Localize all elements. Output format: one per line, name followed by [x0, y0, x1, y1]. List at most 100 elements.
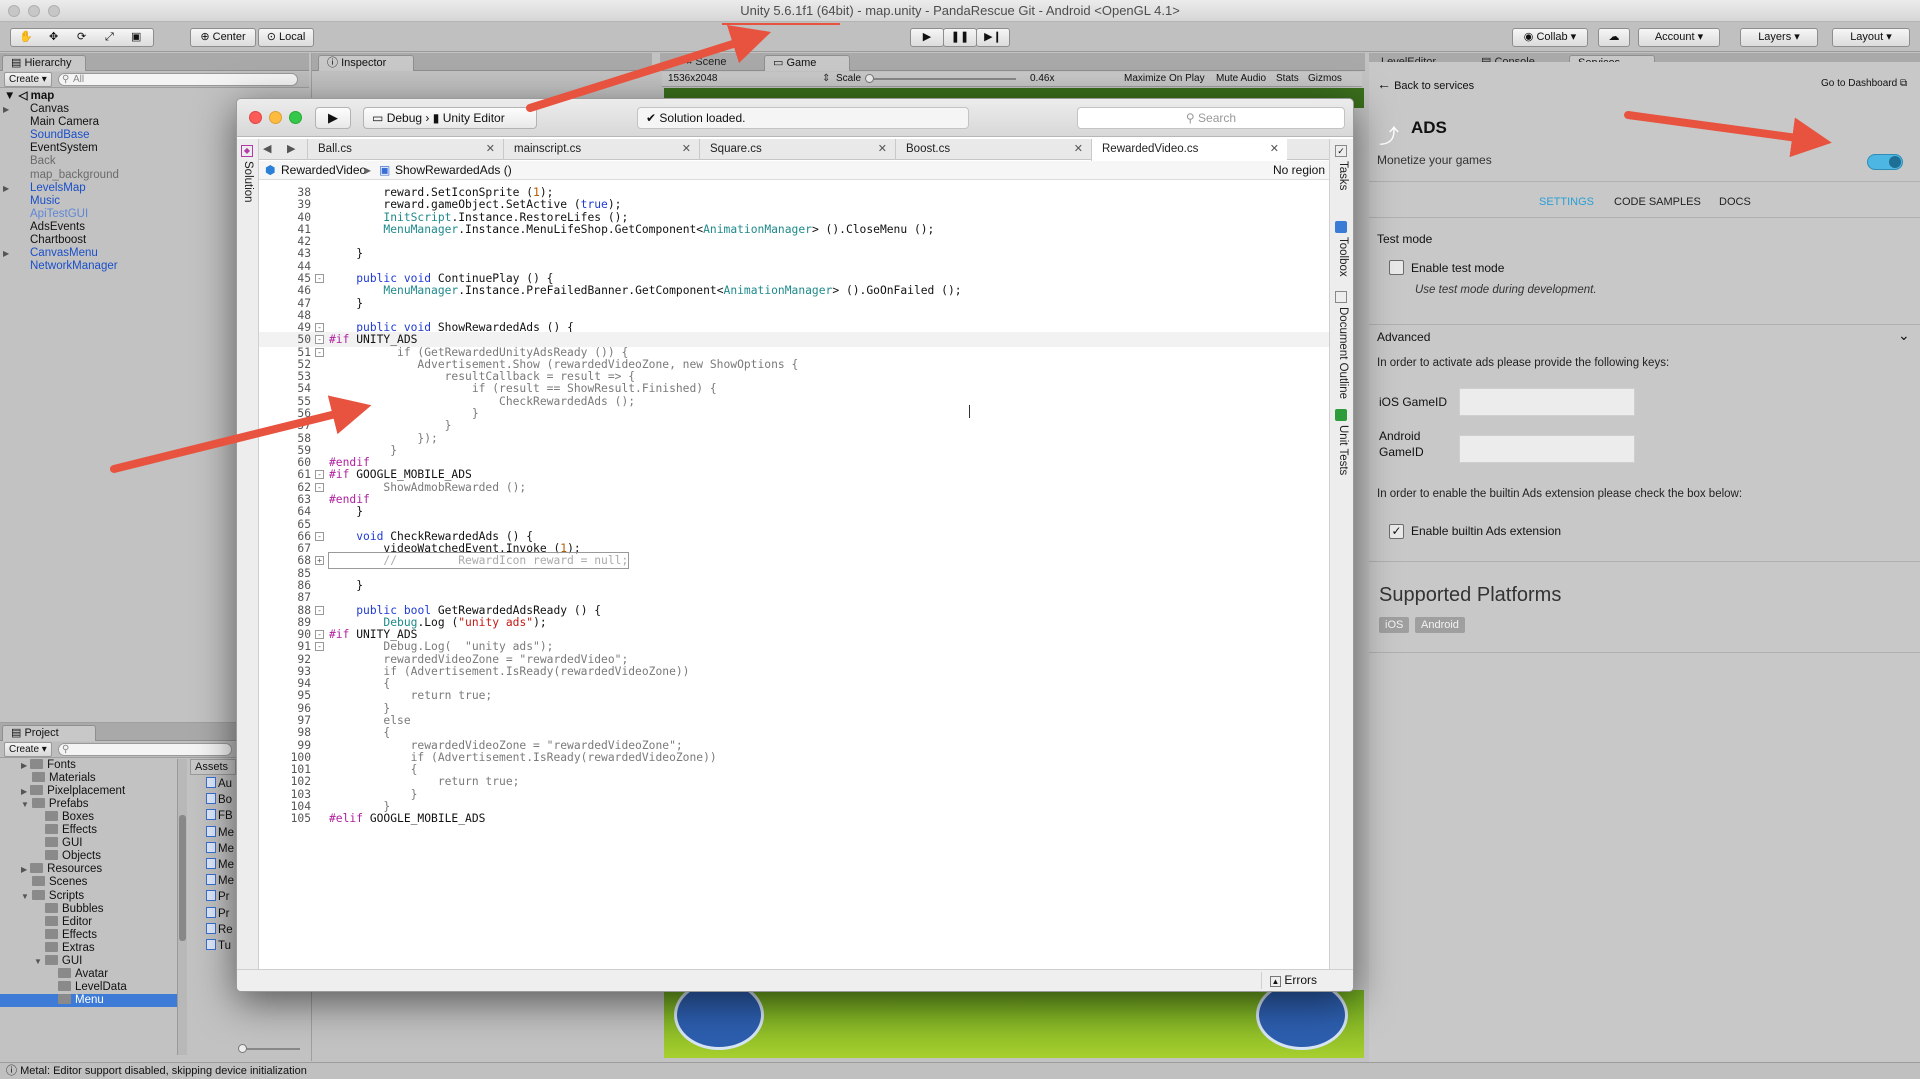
- go-to-dashboard-link[interactable]: Go to Dashboard ⧉: [1821, 78, 1907, 89]
- code-line[interactable]: 105 #elif GOOGLE_MOBILE_ADS: [259, 811, 1331, 826]
- scene-root-map[interactable]: ▼ ◁ map: [4, 90, 54, 103]
- hierarchy-item[interactable]: EventSystem: [16, 142, 98, 155]
- folder-item[interactable]: GUI: [34, 837, 82, 850]
- enable-builtin-ads-checkbox[interactable]: ✓: [1389, 524, 1404, 539]
- asset-file-item[interactable]: Me: [206, 841, 234, 856]
- expand-arrow-icon[interactable]: ▶: [21, 787, 27, 796]
- icon-size-slider-thumb[interactable]: [238, 1044, 247, 1053]
- zoom-window-button[interactable]: [48, 5, 60, 17]
- fold-collapse-icon[interactable]: -: [315, 470, 324, 480]
- folder-item[interactable]: ▼ Prefabs: [21, 798, 89, 811]
- folder-item[interactable]: Materials: [21, 772, 96, 785]
- play-button[interactable]: ▶: [910, 28, 944, 47]
- hierarchy-item[interactable]: SoundBase: [16, 129, 89, 142]
- code-area[interactable]: 38 reward.SetIconSprite (1); 39 reward.ga…: [259, 181, 1331, 969]
- folder-item[interactable]: ▶ Fonts: [21, 759, 76, 772]
- pivot-local-button[interactable]: ⊙ Local: [258, 28, 314, 47]
- asset-file-item[interactable]: Au: [206, 777, 232, 791]
- asset-file-item[interactable]: Re: [206, 922, 233, 937]
- tab-scene[interactable]: ⌗ Scene: [678, 55, 726, 71]
- fold-collapse-icon[interactable]: -: [315, 531, 324, 541]
- close-window-button[interactable]: [8, 5, 20, 17]
- editor-search-input[interactable]: ⚲ Search: [1077, 107, 1345, 129]
- account-dropdown[interactable]: Account ▾: [1638, 28, 1720, 47]
- asset-file-item[interactable]: Me: [206, 874, 234, 888]
- folder-item[interactable]: Objects: [34, 850, 101, 863]
- fold-collapse-icon[interactable]: -: [315, 605, 324, 615]
- folder-scrollbar[interactable]: [177, 759, 187, 1055]
- asset-file-item[interactable]: Tu: [206, 939, 231, 953]
- pivot-center-button[interactable]: ⊕ Center: [190, 28, 256, 47]
- hierarchy-item[interactable]: ▶ Canvas: [3, 103, 69, 116]
- hand-icon[interactable]: ✋: [19, 29, 33, 46]
- document-outline-pad-tab[interactable]: Document Outline: [1337, 307, 1349, 399]
- subtab-code-samples[interactable]: CODE SAMPLES: [1614, 196, 1701, 208]
- ads-enable-toggle[interactable]: [1867, 154, 1903, 170]
- tab-game[interactable]: ▭ Game: [764, 55, 850, 71]
- close-tab-icon[interactable]: ✕: [1074, 139, 1083, 160]
- folder-item[interactable]: Effects: [34, 824, 97, 837]
- pause-button[interactable]: ❚❚: [943, 28, 977, 47]
- hierarchy-item[interactable]: Back: [16, 155, 56, 168]
- resolution-dropdown[interactable]: 1536x2048: [668, 72, 718, 86]
- hierarchy-item[interactable]: Chartboost: [16, 234, 86, 247]
- hierarchy-item[interactable]: Main Camera: [16, 116, 99, 129]
- editor-tab[interactable]: mainscript.cs ✕: [503, 139, 699, 160]
- subtab-settings[interactable]: SETTINGS: [1539, 196, 1594, 208]
- close-tab-icon[interactable]: ✕: [1270, 139, 1279, 160]
- folder-item[interactable]: Scenes: [21, 876, 87, 889]
- expand-arrow-icon[interactable]: ▶: [3, 103, 9, 116]
- maximize-on-play-toggle[interactable]: Maximize On Play: [1124, 72, 1205, 86]
- editor-tab[interactable]: Boost.cs ✕: [895, 139, 1091, 160]
- breadcrumb-class[interactable]: RewardedVideo: [281, 161, 366, 180]
- expand-arrow-icon[interactable]: ▶: [21, 865, 27, 874]
- folder-item[interactable]: ▶ Resources: [21, 863, 102, 876]
- stats-toggle[interactable]: Stats: [1276, 72, 1299, 86]
- solution-pad-tab[interactable]: Solution: [242, 161, 254, 203]
- asset-file-item[interactable]: Pr: [206, 890, 230, 904]
- layout-dropdown[interactable]: Layout ▾: [1832, 28, 1910, 47]
- folder-item[interactable]: ▼ Scripts: [21, 889, 84, 903]
- hierarchy-item[interactable]: AdsEvents: [16, 221, 85, 234]
- fold-collapse-icon[interactable]: -: [315, 482, 324, 492]
- hierarchy-create-button[interactable]: Create ▾: [4, 72, 52, 87]
- asset-file-item[interactable]: Me: [206, 825, 234, 840]
- expand-arrow-icon[interactable]: ▶: [3, 247, 9, 260]
- asset-file-item[interactable]: Bo: [206, 793, 232, 807]
- android-gameid-input[interactable]: [1459, 435, 1635, 463]
- folder-item[interactable]: Bubbles: [34, 902, 104, 916]
- toolbox-pad-tab[interactable]: Toolbox: [1337, 237, 1349, 277]
- editor-tab[interactable]: RewardedVideo.cs ✕: [1091, 139, 1287, 161]
- fold-collapse-icon[interactable]: -: [315, 347, 324, 357]
- scale-slider-thumb[interactable]: [865, 74, 874, 83]
- breadcrumb-region[interactable]: No region: [1273, 161, 1325, 180]
- hierarchy-item[interactable]: ApiTestGUI: [16, 208, 88, 221]
- breadcrumb-method[interactable]: ShowRewardedAds (): [395, 161, 512, 180]
- subtab-docs[interactable]: DOCS: [1719, 196, 1751, 208]
- run-button[interactable]: ▶: [315, 107, 351, 129]
- chevron-down-icon[interactable]: ⌄: [1898, 327, 1910, 344]
- folder-item[interactable]: Boxes: [34, 811, 94, 824]
- folder-item[interactable]: Avatar: [47, 967, 108, 981]
- move-icon[interactable]: ✥: [49, 29, 58, 46]
- hierarchy-item[interactable]: ▶ CanvasMenu: [3, 247, 98, 260]
- project-search-input[interactable]: ⚲: [58, 743, 232, 756]
- layers-dropdown[interactable]: Layers ▾: [1740, 28, 1818, 47]
- tabs-forward-icon[interactable]: ▶: [287, 142, 295, 155]
- asset-file-item[interactable]: Pr: [206, 906, 230, 921]
- expand-arrow-icon[interactable]: ▼: [34, 957, 42, 966]
- minimize-window-button[interactable]: [28, 5, 40, 17]
- tab-inspector[interactable]: ⓘ Inspector: [318, 55, 414, 71]
- rect-icon[interactable]: ▣: [131, 29, 141, 46]
- icon-size-slider[interactable]: [240, 1048, 300, 1050]
- expand-arrow-icon[interactable]: ▼: [21, 800, 29, 809]
- hierarchy-search-input[interactable]: ⚲ All: [58, 73, 298, 86]
- cloud-icon[interactable]: ☁: [1598, 28, 1630, 47]
- scale-icon[interactable]: ⤢: [105, 29, 114, 46]
- tabs-back-icon[interactable]: ◀: [263, 142, 271, 155]
- fold-collapse-icon[interactable]: -: [315, 630, 324, 640]
- expand-arrow-icon[interactable]: ▶: [21, 761, 27, 770]
- folder-item[interactable]: Editor: [34, 915, 92, 929]
- asset-file-item[interactable]: Me: [206, 858, 234, 872]
- editor-tab[interactable]: Square.cs ✕: [699, 139, 895, 160]
